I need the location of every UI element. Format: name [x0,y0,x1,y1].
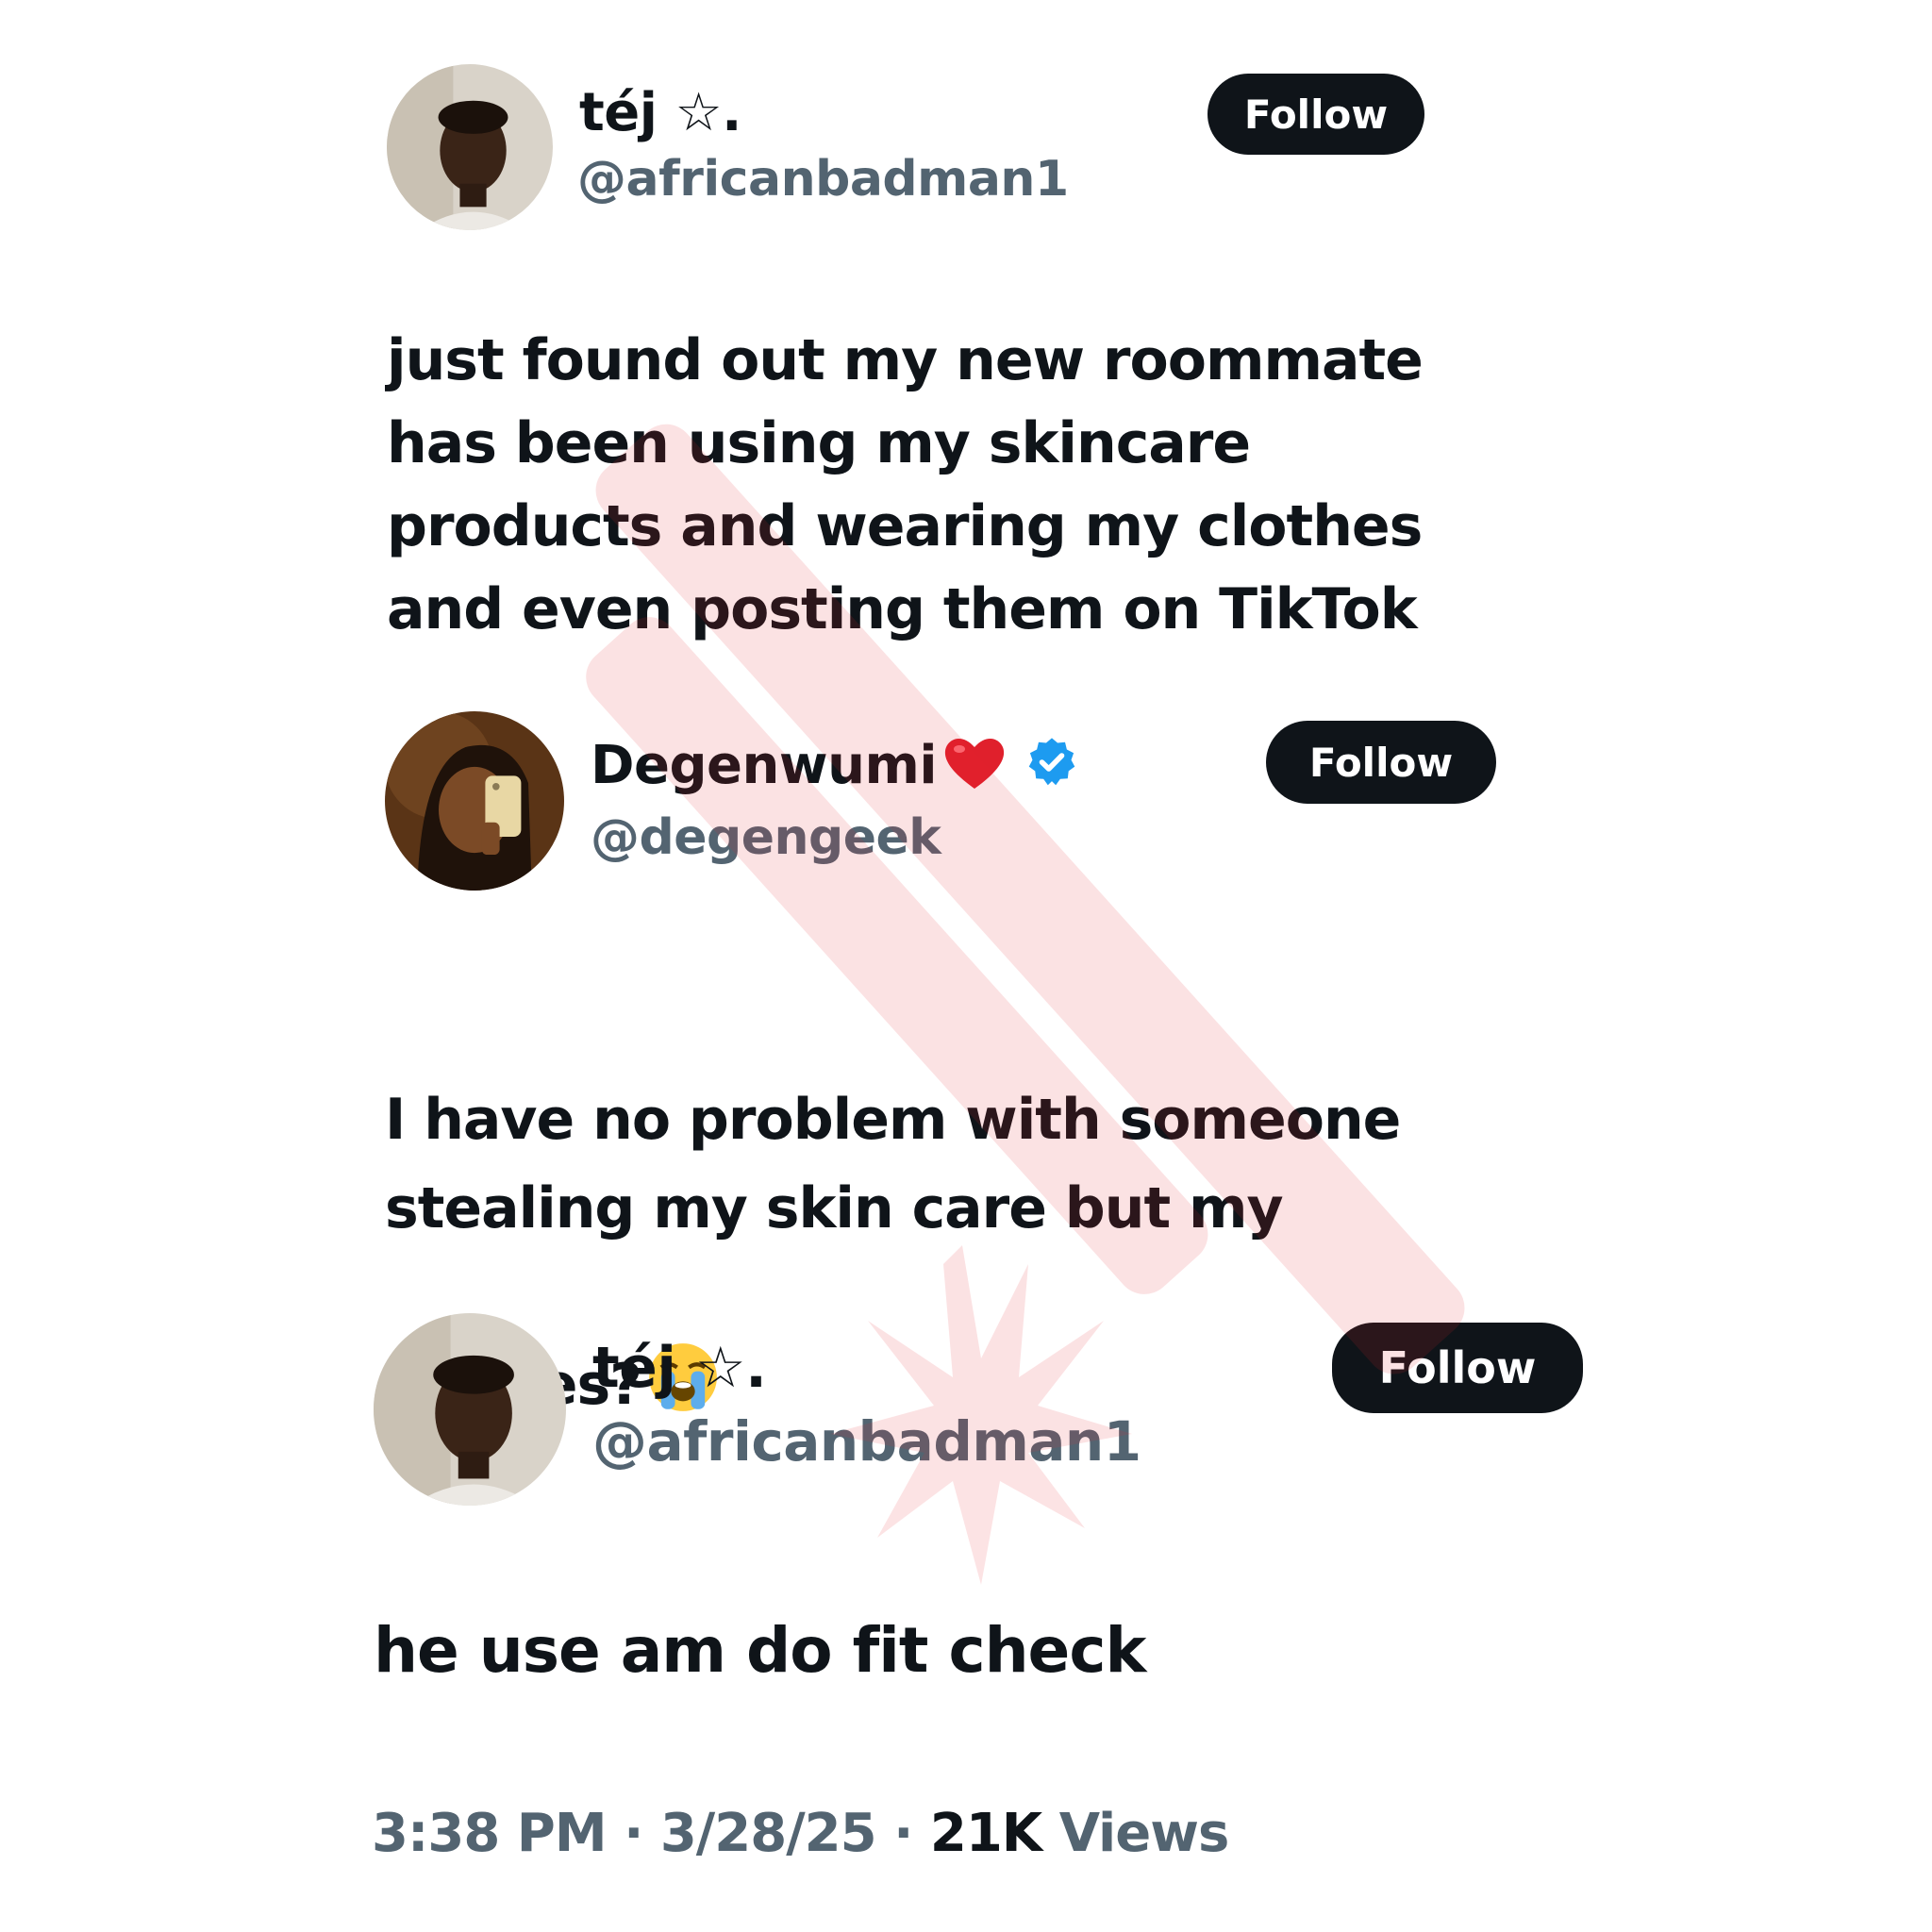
timestamp-time[interactable]: 3:38 PM [372,1803,608,1864]
display-name[interactable]: Degenwumi [591,732,1078,806]
heart-emoji-icon [941,732,1008,806]
display-name[interactable]: téj ☆. [579,83,741,143]
tweet-meta: 3:38 PM · 3/28/25 · 21K Views [372,1803,1230,1864]
follow-button[interactable]: Follow [1208,74,1424,155]
handle[interactable]: @degengeek [591,809,941,866]
views-label: Views [1058,1803,1230,1864]
follow-button[interactable]: Follow [1332,1323,1583,1413]
timestamp-date[interactable]: 3/28/25 [660,1803,877,1864]
meta-separator: · [624,1803,643,1864]
views-count: 21K [929,1803,1042,1864]
avatar[interactable] [374,1313,566,1506]
tweet-text: just found out my new roommate has been … [387,327,1424,642]
handle[interactable]: @africanbadman1 [592,1413,1141,1470]
follow-button[interactable]: Follow [1266,721,1496,804]
display-name[interactable]: téj ☆. [592,1338,767,1398]
display-name-text: Degenwumi [591,735,938,797]
avatar[interactable] [385,711,564,891]
tweet-text: he use am do fit check [374,1614,1146,1687]
avatar[interactable] [387,64,553,230]
handle[interactable]: @africanbadman1 [577,151,1069,208]
meta-separator: · [893,1803,913,1864]
verified-badge-icon [1025,736,1078,802]
